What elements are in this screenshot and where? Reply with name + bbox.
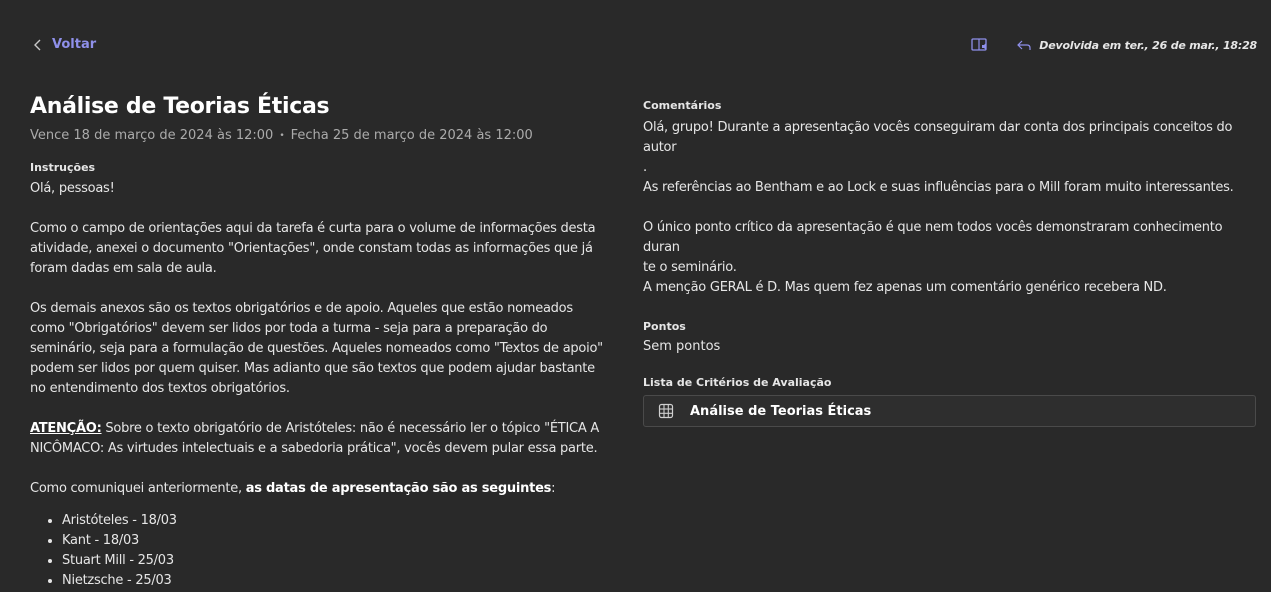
- comment-line: .: [643, 160, 647, 175]
- points-label: Pontos: [643, 320, 686, 333]
- comment-line: Olá, grupo! Durante a apresentação vocês…: [643, 120, 1233, 155]
- due-date: Vence 18 de março de 2024 às 12:00: [30, 128, 274, 143]
- rubric-name: Análise de Teorias Éticas: [690, 403, 872, 419]
- instructions-attention: ATENÇÃO: Sobre o texto obrigatório de Ar…: [30, 419, 610, 459]
- dates-intro-colon: :: [551, 481, 556, 496]
- points-value: Sem pontos: [643, 339, 721, 354]
- teacher-comments: Olá, grupo! Durante a apresentação vocês…: [643, 118, 1257, 298]
- back-label: Voltar: [52, 37, 97, 52]
- separator-dot: •: [279, 130, 285, 141]
- instructions-dates-intro: Como comuniquei anteriormente, as datas …: [30, 479, 610, 499]
- dates-intro-bold: as datas de apresentação são as seguinte…: [245, 481, 552, 496]
- instructions-label: Instruções: [30, 161, 96, 174]
- list-item: Aristóteles - 18/03: [62, 511, 610, 531]
- instructions-body: Olá, pessoas! Como o campo de orientaçõe…: [30, 179, 610, 591]
- comments-label: Comentários: [643, 99, 722, 112]
- table-grid-icon: [658, 403, 674, 419]
- attention-text: Sobre o texto obrigatório de Aristóteles…: [30, 421, 600, 456]
- list-item: Kant - 18/03: [62, 531, 610, 551]
- assignment-details: Análise de Teorias Éticas Vence 18 de ma…: [30, 92, 610, 591]
- close-date: Fecha 25 de março de 2024 às 12:00: [290, 128, 533, 143]
- assignment-title: Análise de Teorias Éticas: [30, 94, 330, 119]
- instructions-paragraph-2: Os demais anexos são os textos obrigatór…: [30, 301, 603, 396]
- comment-line: te o seminário.: [643, 260, 737, 275]
- list-item: Stuart Mill - 25/03: [62, 551, 610, 571]
- instructions-greeting: Olá, pessoas!: [30, 181, 115, 196]
- assignment-dates: Vence 18 de março de 2024 às 12:00 • Fec…: [30, 128, 610, 143]
- top-bar: Voltar Devolvida em ter., 26 de mar., 18…: [0, 0, 1271, 92]
- comment-line: A menção GERAL é D. Mas quem fez apenas …: [643, 280, 1167, 295]
- status-area: Devolvida em ter., 26 de mar., 18:28: [971, 37, 1257, 53]
- rubric-label: Lista de Critérios de Avaliação: [643, 376, 832, 389]
- dates-intro-text: Como comuniquei anteriormente,: [30, 481, 246, 496]
- rubric-card[interactable]: Análise de Teorias Éticas: [643, 395, 1256, 427]
- return-arrow-icon: [1017, 40, 1031, 50]
- chevron-left-icon: [34, 39, 41, 50]
- comment-line: O único ponto crítico da apresentação é …: [643, 220, 1223, 255]
- instructions-paragraph-1: Como o campo de orientações aqui da tare…: [30, 221, 596, 276]
- attention-label: ATENÇÃO:: [30, 421, 102, 436]
- comment-line: As referências ao Bentham e ao Lock e su…: [643, 180, 1234, 195]
- feedback-panel: Comentários Olá, grupo! Durante a aprese…: [643, 99, 1257, 427]
- list-item: Nietzsche - 25/03: [62, 571, 610, 591]
- back-button[interactable]: Voltar: [32, 37, 96, 52]
- presentation-schedule: Aristóteles - 18/03 Kant - 18/03 Stuart …: [62, 511, 610, 591]
- returned-status: Devolvida em ter., 26 de mar., 18:28: [1039, 38, 1257, 52]
- immersive-reader-icon[interactable]: [971, 37, 989, 53]
- comment-spacer: [643, 198, 1257, 218]
